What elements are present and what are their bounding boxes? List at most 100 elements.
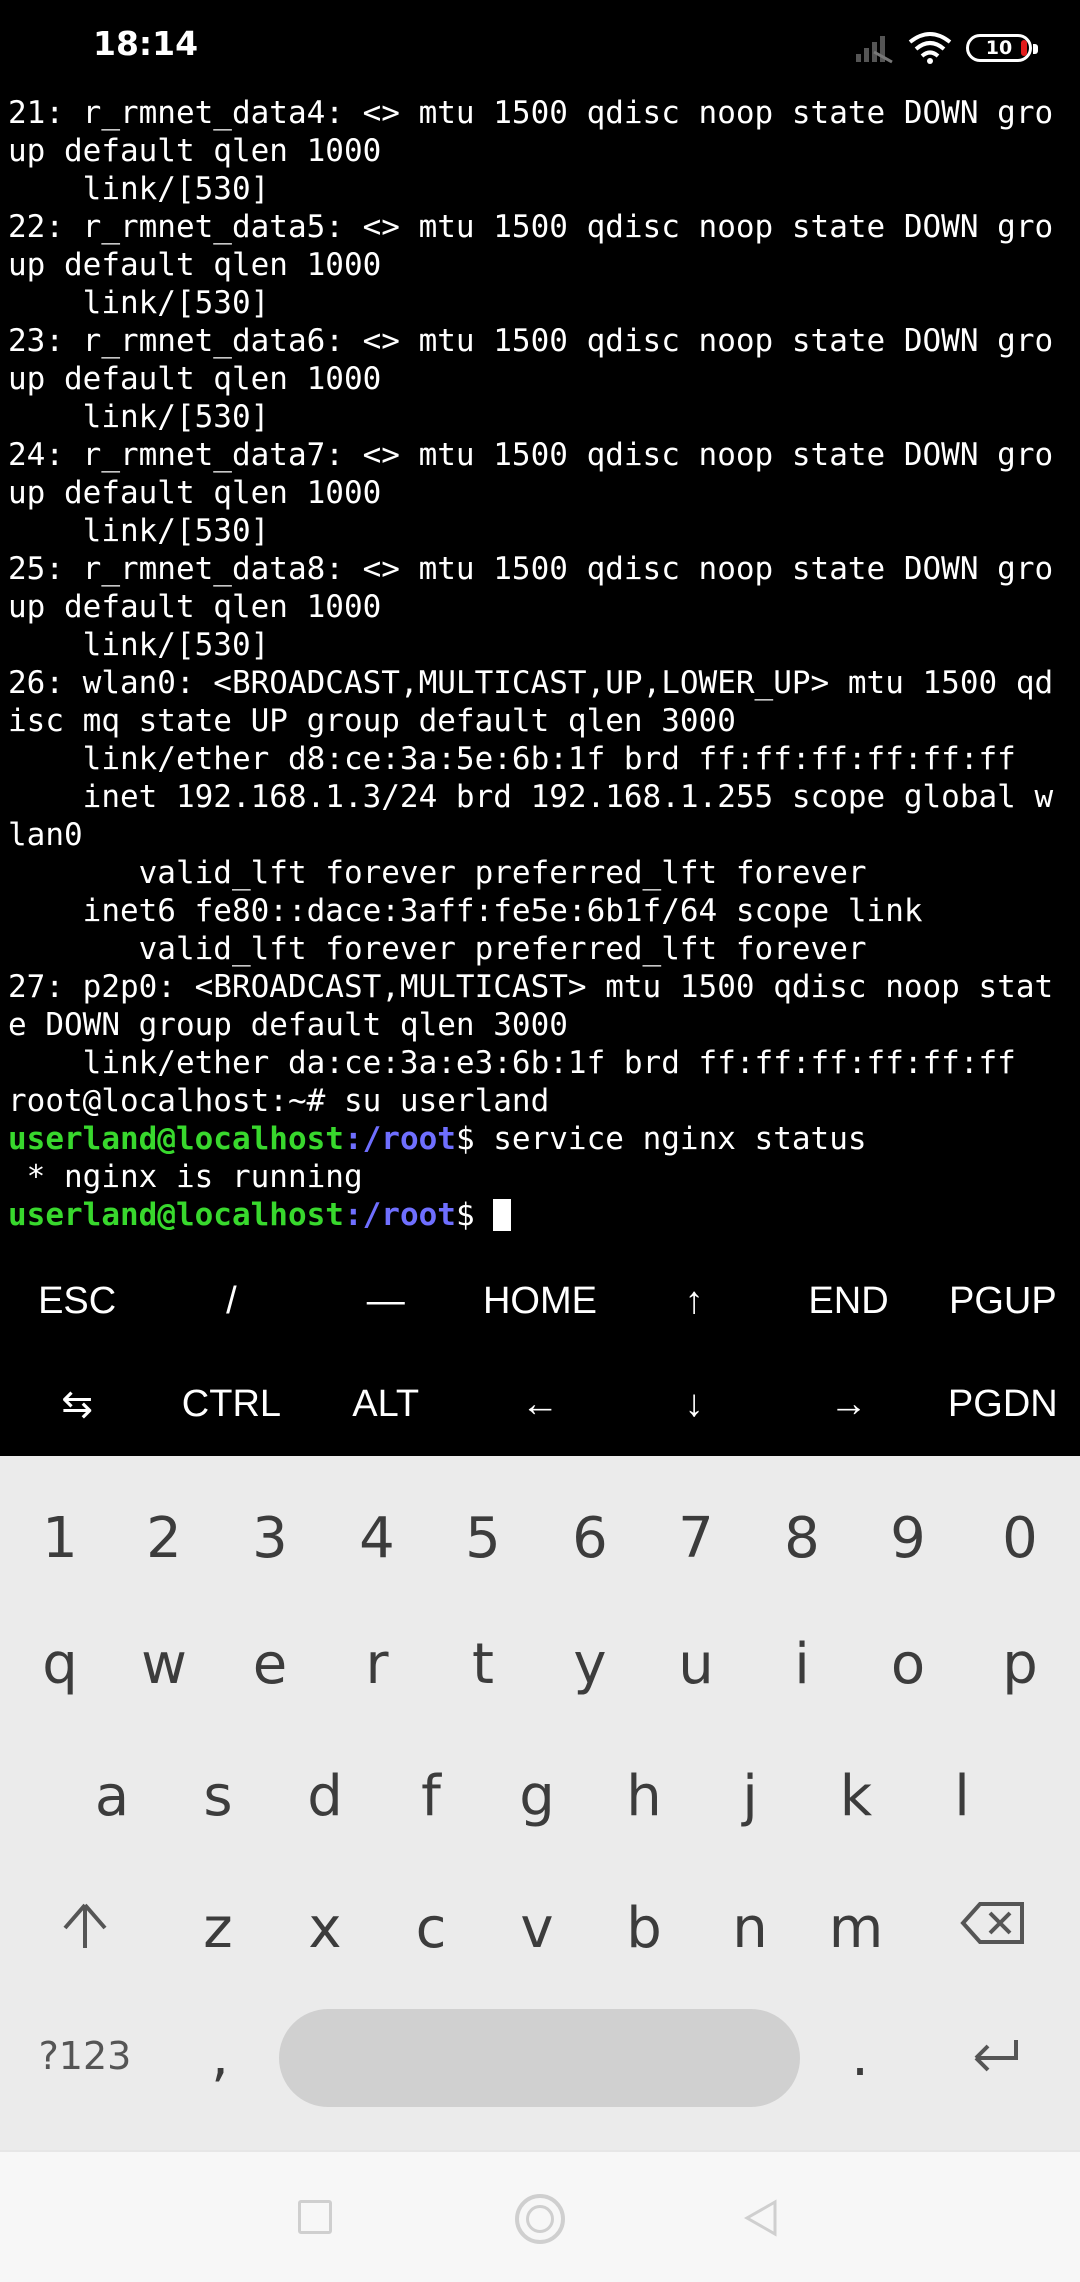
key-z[interactable]: z xyxy=(168,1896,268,1961)
terminal-line: link/[530] xyxy=(8,285,270,321)
key-o[interactable]: o xyxy=(858,1632,958,1697)
home-button[interactable] xyxy=(515,2194,565,2244)
recents-button[interactable] xyxy=(298,2200,332,2234)
key-x[interactable]: x xyxy=(275,1896,375,1961)
key-l[interactable]: l xyxy=(912,1764,1012,1829)
symbols-key[interactable]: ?123 xyxy=(35,2034,135,2078)
terminal-line: 25: r_rmnet_data8: <> mtu 1500 qdisc noo… xyxy=(8,551,1054,587)
extra-key[interactable]: ↑ xyxy=(617,1280,771,1323)
terminal-line: link/[530] xyxy=(8,171,270,207)
key-a[interactable]: a xyxy=(62,1764,162,1829)
key-n[interactable]: n xyxy=(700,1896,800,1961)
key-f[interactable]: f xyxy=(381,1764,481,1829)
terminal-line: 21: r_rmnet_data4: <> mtu 1500 qdisc noo… xyxy=(8,95,1054,131)
terminal-line: inet6 fe80::dace:3aff:fe5e:6b1f/64 scope… xyxy=(8,893,923,929)
terminal-line: link/[530] xyxy=(8,627,270,663)
extra-key[interactable]: ⇆ xyxy=(0,1382,154,1427)
key-0[interactable]: 0 xyxy=(970,1506,1070,1571)
key-u[interactable]: u xyxy=(646,1632,746,1697)
key-b[interactable]: b xyxy=(594,1896,694,1961)
extra-key[interactable]: ESC xyxy=(0,1280,154,1323)
prompt-user: userland@localhost xyxy=(8,1197,344,1233)
key-c[interactable]: c xyxy=(381,1896,481,1961)
extra-key[interactable]: PGUP xyxy=(926,1280,1080,1323)
key-g[interactable]: g xyxy=(487,1764,587,1829)
key-4[interactable]: 4 xyxy=(327,1506,427,1571)
extra-key[interactable]: / xyxy=(154,1280,308,1323)
key-q[interactable]: q xyxy=(10,1632,110,1697)
terminal-line: 23: r_rmnet_data6: <> mtu 1500 qdisc noo… xyxy=(8,323,1054,359)
key-p[interactable]: p xyxy=(970,1632,1070,1697)
back-button[interactable] xyxy=(742,2198,780,2238)
period-key[interactable]: . xyxy=(810,2024,910,2089)
key-v[interactable]: v xyxy=(487,1896,587,1961)
terminal-line: link/ether da:ce:3a:e3:6b:1f brd ff:ff:f… xyxy=(8,1045,1016,1081)
terminal-line: up default qlen 1000 xyxy=(8,361,382,397)
terminal-line: valid_lft forever preferred_lft forever xyxy=(8,931,867,967)
terminal-line: link/[530] xyxy=(8,513,270,549)
key-s[interactable]: s xyxy=(168,1764,268,1829)
terminal-line: link/[530] xyxy=(8,399,270,435)
extra-key[interactable]: → xyxy=(771,1383,925,1426)
key-m[interactable]: m xyxy=(806,1896,906,1961)
navigation-bar xyxy=(0,2150,1080,2282)
key-d[interactable]: d xyxy=(275,1764,375,1829)
key-w[interactable]: w xyxy=(114,1632,214,1697)
key-5[interactable]: 5 xyxy=(433,1506,533,1571)
terminal-line: link/ether d8:ce:3a:5e:6b:1f brd ff:ff:f… xyxy=(8,741,1016,777)
extra-key[interactable]: PGDN xyxy=(926,1383,1080,1426)
key-j[interactable]: j xyxy=(700,1764,800,1829)
signal-icon xyxy=(856,36,893,64)
terminal-line: 27: p2p0: <BROADCAST,MULTICAST> mtu 1500… xyxy=(8,969,1054,1005)
backspace-icon[interactable] xyxy=(960,1900,1026,1946)
key-9[interactable]: 9 xyxy=(858,1506,958,1571)
key-r[interactable]: r xyxy=(327,1632,427,1697)
key-8[interactable]: 8 xyxy=(752,1506,852,1571)
terminal-cursor xyxy=(493,1199,512,1231)
extra-key[interactable]: ALT xyxy=(309,1383,463,1426)
status-bar: 18:14 10 xyxy=(0,0,1080,95)
soft-keyboard: 1 2 3 4 5 6 7 8 9 0 q w e r t y u i o p a s d f g h j k l z x c v b n m ?123… xyxy=(0,1456,1080,2150)
key-3[interactable]: 3 xyxy=(220,1506,320,1571)
battery-level: 10 xyxy=(985,37,1013,59)
enter-icon[interactable] xyxy=(968,2036,1022,2076)
command-text: $ service nginx status xyxy=(455,1121,867,1157)
terminal-line: 26: wlan0: <BROADCAST,MULTICAST,UP,LOWER… xyxy=(8,665,1054,701)
battery-icon: 10 xyxy=(966,34,1038,62)
extra-key[interactable]: ← xyxy=(463,1383,617,1426)
comma-key[interactable]: , xyxy=(170,2024,270,2089)
key-e[interactable]: e xyxy=(220,1632,320,1697)
wifi-icon xyxy=(908,32,952,64)
terminal-line: up default qlen 1000 xyxy=(8,133,382,169)
key-y[interactable]: y xyxy=(540,1632,640,1697)
terminal-line: valid_lft forever preferred_lft forever xyxy=(8,855,867,891)
command-output: * nginx is running xyxy=(8,1159,363,1195)
terminal-line: root@localhost:~# su userland xyxy=(8,1083,550,1119)
key-6[interactable]: 6 xyxy=(540,1506,640,1571)
key-k[interactable]: k xyxy=(806,1764,906,1829)
key-h[interactable]: h xyxy=(594,1764,694,1829)
extra-key[interactable]: CTRL xyxy=(154,1383,308,1426)
key-1[interactable]: 1 xyxy=(10,1506,110,1571)
prompt-path: :/root xyxy=(343,1197,456,1233)
terminal-line: e DOWN group default qlen 3000 xyxy=(8,1007,568,1043)
key-2[interactable]: 2 xyxy=(114,1506,214,1571)
space-bar[interactable] xyxy=(279,2009,800,2107)
terminal-line: up default qlen 1000 xyxy=(8,247,382,283)
extra-key[interactable]: — xyxy=(309,1280,463,1323)
terminal-prompt-line: userland@localhost:/root$ xyxy=(0,1196,1080,1234)
shift-icon[interactable] xyxy=(60,1900,110,1952)
terminal-line: up default qlen 1000 xyxy=(8,475,382,511)
extra-key[interactable]: END xyxy=(771,1280,925,1323)
status-icons: 10 xyxy=(854,28,1038,68)
terminal-line: inet 192.168.1.3/24 brd 192.168.1.255 sc… xyxy=(8,779,1054,815)
extra-key[interactable]: HOME xyxy=(463,1280,617,1323)
key-i[interactable]: i xyxy=(752,1632,852,1697)
key-7[interactable]: 7 xyxy=(646,1506,746,1571)
clock: 18:14 xyxy=(93,24,199,63)
terminal-output[interactable]: 21: r_rmnet_data4: <> mtu 1500 qdisc noo… xyxy=(0,94,1080,1244)
prompt-path: :/root xyxy=(343,1121,456,1157)
extra-key[interactable]: ↓ xyxy=(617,1383,771,1426)
extra-keys-row-1: ESC / — HOME ↑ END PGUP xyxy=(0,1250,1080,1353)
key-t[interactable]: t xyxy=(433,1632,533,1697)
